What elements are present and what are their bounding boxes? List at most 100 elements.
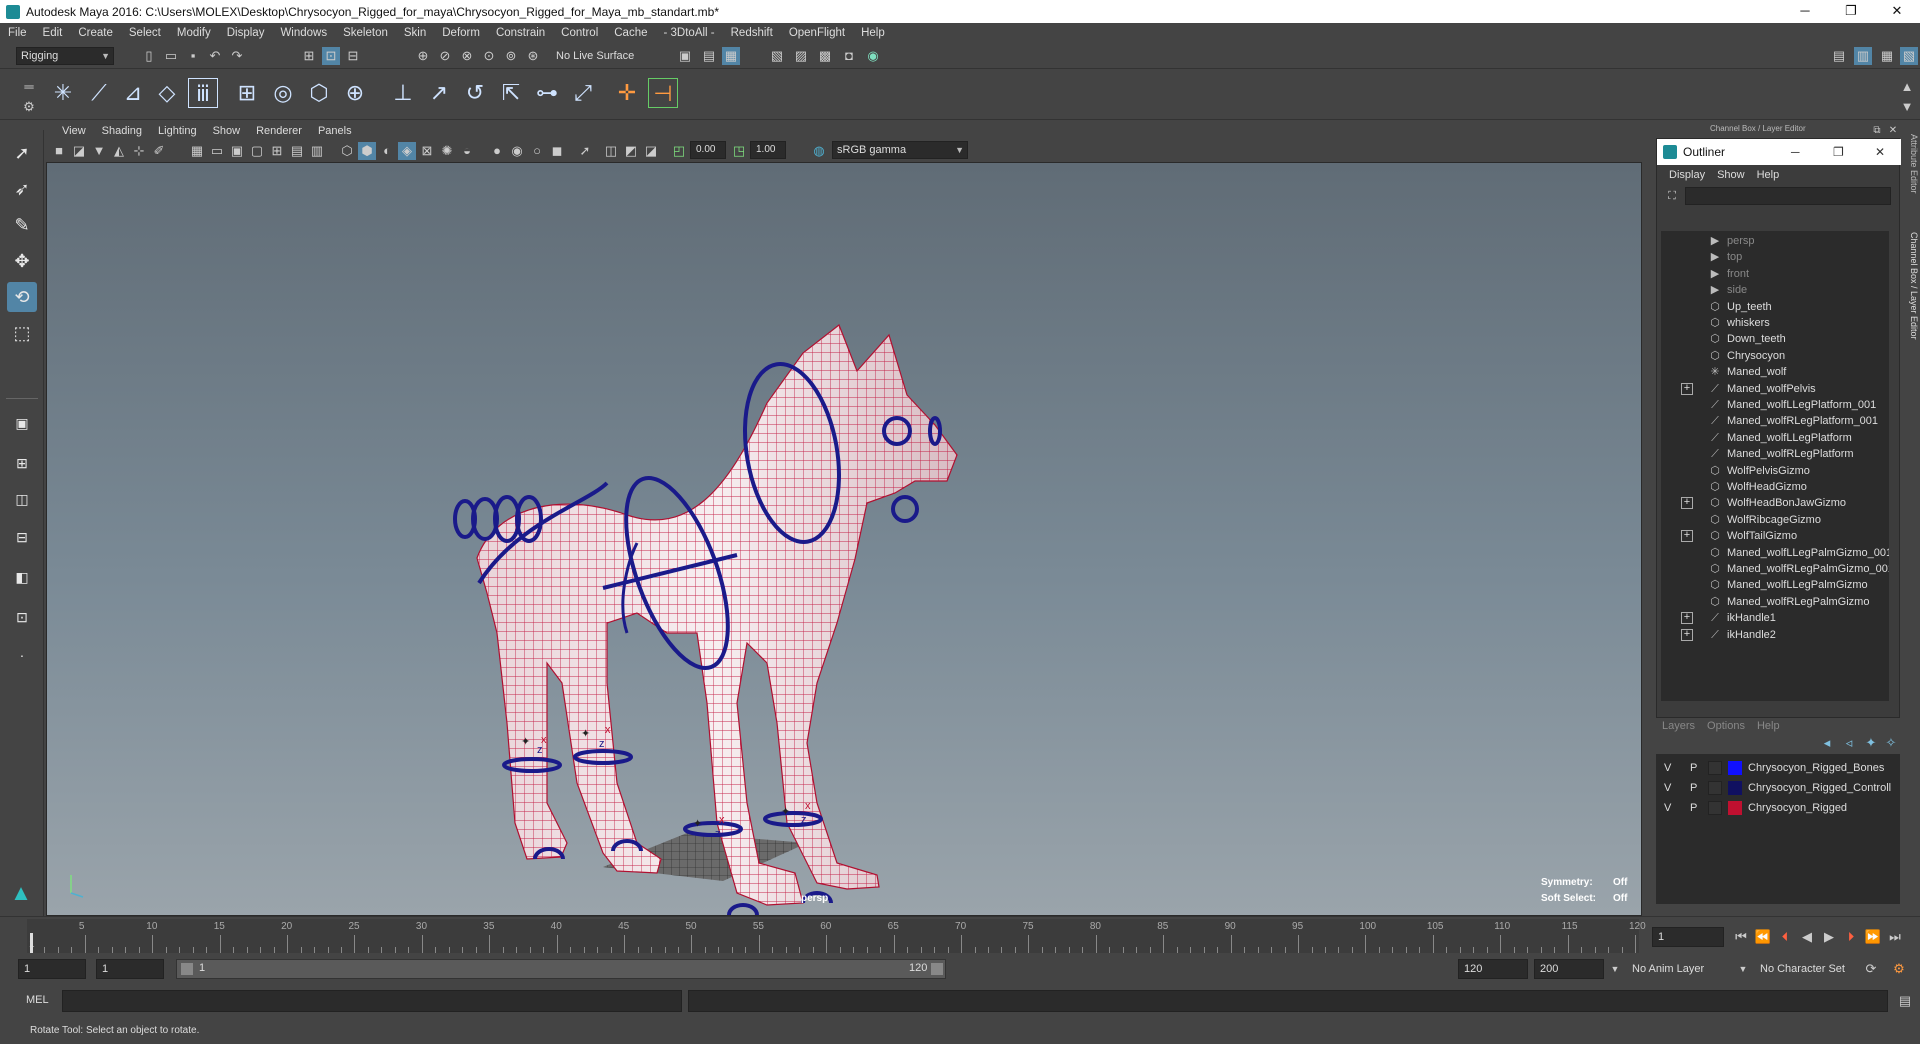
toggle-attribute-editor-icon[interactable]: ▥ xyxy=(1854,47,1872,65)
camera-attributes-icon[interactable]: ◪ xyxy=(70,142,88,160)
outliner-item[interactable]: + ⟋ ikHandle2 xyxy=(1661,625,1889,645)
go-to-start-icon[interactable]: ⏮ xyxy=(1732,928,1750,946)
menu-windows[interactable]: Windows xyxy=(272,27,335,39)
menuset-dropdown[interactable]: Rigging ▼ xyxy=(16,47,114,65)
visibility-toggle[interactable]: V xyxy=(1664,798,1671,818)
play-backwards-icon[interactable]: ◀ xyxy=(1798,928,1816,946)
script-editor-icon[interactable]: ▤ xyxy=(1896,992,1914,1010)
lasso-tool-icon[interactable]: ➶ xyxy=(7,174,37,204)
grease-pencil-icon[interactable]: ✐ xyxy=(150,142,168,160)
panel-menu-view[interactable]: View xyxy=(54,125,94,137)
parent-constraint-icon[interactable]: ⊶ xyxy=(532,78,562,108)
gamma-icon[interactable]: ◳ xyxy=(730,142,748,160)
wireframe-icon[interactable]: ⬡ xyxy=(338,142,356,160)
wireframe-on-shaded-icon[interactable]: ◈ xyxy=(398,142,416,160)
menu-skeleton[interactable]: Skeleton xyxy=(335,27,396,39)
paint-select-tool-icon[interactable]: ✎ xyxy=(7,210,37,240)
step-forward-frame-icon[interactable]: ⏩ xyxy=(1864,928,1882,946)
command-language-label[interactable]: MEL xyxy=(26,994,49,1006)
outliner-maximize-button[interactable]: ❐ xyxy=(1833,139,1844,165)
image-plane-icon[interactable]: ◭ xyxy=(110,142,128,160)
close-button[interactable]: ✕ xyxy=(1874,0,1920,23)
snap-surface-icon[interactable]: ⊚ xyxy=(502,47,520,65)
expand-icon[interactable]: + xyxy=(1681,497,1693,510)
orient-constraint-icon[interactable]: ↺ xyxy=(460,78,490,108)
render-current-icon[interactable]: ▧ xyxy=(768,47,786,65)
visibility-toggle[interactable]: V xyxy=(1664,758,1671,778)
input-ops-icon[interactable]: ▤ xyxy=(700,47,718,65)
view-transform-dropdown[interactable]: sRGB gamma ▼ xyxy=(832,141,968,159)
orient-joint-icon[interactable]: ◇ xyxy=(152,78,182,108)
toggle-tool-settings-icon[interactable]: ▦ xyxy=(1878,47,1896,65)
layer-color-swatch[interactable] xyxy=(1728,781,1742,795)
render-view-icon[interactable]: ▦ xyxy=(722,47,740,65)
isolate-select-icon[interactable]: ➚ xyxy=(576,142,594,160)
menu-skin[interactable]: Skin xyxy=(396,27,434,39)
new-layer-selected-icon[interactable]: ✧ xyxy=(1882,734,1900,752)
step-back-frame-icon[interactable]: ⏪ xyxy=(1754,928,1772,946)
xray-components-icon[interactable]: ◪ xyxy=(642,142,660,160)
cluster-icon[interactable]: ⊕ xyxy=(340,78,370,108)
go-to-end-icon[interactable]: ⏭ xyxy=(1886,928,1904,946)
shelf-scroll-down-icon[interactable]: ▼ xyxy=(1898,98,1916,116)
current-frame-field[interactable]: 1 xyxy=(1652,927,1724,947)
layer-menu-layers[interactable]: Layers xyxy=(1656,720,1701,732)
exposure-field[interactable]: 0.00 xyxy=(690,141,726,159)
cluster-handle-icon[interactable]: ⊣ xyxy=(648,78,678,108)
playback-toggle[interactable]: P xyxy=(1690,758,1697,778)
save-scene-icon[interactable]: ▪ xyxy=(184,47,202,65)
menu-display[interactable]: Display xyxy=(219,27,273,39)
step-back-key-icon[interactable]: ⏴ xyxy=(1776,928,1794,946)
move-tool-icon[interactable]: ✥ xyxy=(7,246,37,276)
playback-toggle[interactable]: P xyxy=(1690,798,1697,818)
grid-toggle-icon[interactable]: ▦ xyxy=(188,142,206,160)
animation-preferences-icon[interactable]: ⚙ xyxy=(1890,960,1908,978)
anim-layer-dropdown[interactable]: No Anim Layer xyxy=(1632,963,1704,975)
use-all-lights-icon[interactable]: ✺ xyxy=(438,142,456,160)
smooth-shade-icon[interactable]: ⬢ xyxy=(358,142,376,160)
paint-weights-icon[interactable]: ◎ xyxy=(268,78,298,108)
select-camera-icon[interactable]: ■ xyxy=(50,142,68,160)
outliner-graph-layout-icon[interactable]: ◧ xyxy=(7,562,37,592)
xray-joints-icon[interactable]: ◩ xyxy=(622,142,640,160)
panel-menu-panels[interactable]: Panels xyxy=(310,125,360,137)
safe-action-icon[interactable]: ▤ xyxy=(288,142,306,160)
resolution-gate-icon[interactable]: ▣ xyxy=(228,142,246,160)
construction-history-icon[interactable]: ▣ xyxy=(676,47,694,65)
menu-cache[interactable]: Cache xyxy=(606,27,655,39)
current-time-marker[interactable] xyxy=(30,933,33,953)
multisample-aa-icon[interactable]: ○ xyxy=(528,142,546,160)
single-perspective-layout-icon[interactable]: ▣ xyxy=(7,408,37,438)
toggle-modeling-toolkit-icon[interactable]: ▤ xyxy=(1830,47,1848,65)
range-slider[interactable]: 1 120 xyxy=(176,959,946,979)
character-set-dropdown[interactable]: No Character Set xyxy=(1760,963,1845,975)
panel-menu-lighting[interactable]: Lighting xyxy=(150,125,205,137)
persp-graph-layout-icon[interactable]: ⊟ xyxy=(7,522,37,552)
layer-row[interactable]: V P Chrysocyon_Rigged_Controll xyxy=(1656,778,1900,798)
move-layer-down-icon[interactable]: ◃ xyxy=(1840,734,1858,752)
custom-layout-icon[interactable]: · xyxy=(7,640,37,670)
open-scene-icon[interactable]: ▭ xyxy=(162,47,180,65)
persp-viewport[interactable]: ✦ x z ✦ x z ✦ x z ✦ x z persp Symmetry: Off Soft… xyxy=(46,162,1642,916)
animation-end-field[interactable]: 200 xyxy=(1534,959,1604,979)
undo-icon[interactable]: ↶ xyxy=(206,47,224,65)
play-forwards-icon[interactable]: ▶ xyxy=(1820,928,1838,946)
scale-tool-icon[interactable]: ⬚ xyxy=(7,318,37,348)
range-slider-start-handle[interactable] xyxy=(181,963,193,975)
display-type-toggle[interactable] xyxy=(1708,761,1722,775)
mirror-joint-icon[interactable]: ⊿ xyxy=(118,78,148,108)
four-view-layout-icon[interactable]: ⊞ xyxy=(7,448,37,478)
visibility-toggle[interactable]: V xyxy=(1664,778,1671,798)
outliner-menu-display[interactable]: Display xyxy=(1663,169,1711,181)
auto-key-icon[interactable]: ⟳ xyxy=(1862,960,1880,978)
chevron-down-icon[interactable]: ▼ xyxy=(1606,960,1624,978)
menu-create[interactable]: Create xyxy=(70,27,121,39)
select-hierarchy-icon[interactable]: ⊞ xyxy=(300,47,318,65)
menu-select[interactable]: Select xyxy=(121,27,169,39)
redshift-render-icon[interactable]: ◉ xyxy=(864,47,882,65)
locator-icon[interactable]: ✛ xyxy=(612,78,642,108)
snap-view-icon[interactable]: ⊙ xyxy=(480,47,498,65)
move-layer-up-icon[interactable]: ◂ xyxy=(1818,734,1836,752)
range-slider-end-handle[interactable] xyxy=(931,963,943,975)
gate-mask-icon[interactable]: ▢ xyxy=(248,142,266,160)
